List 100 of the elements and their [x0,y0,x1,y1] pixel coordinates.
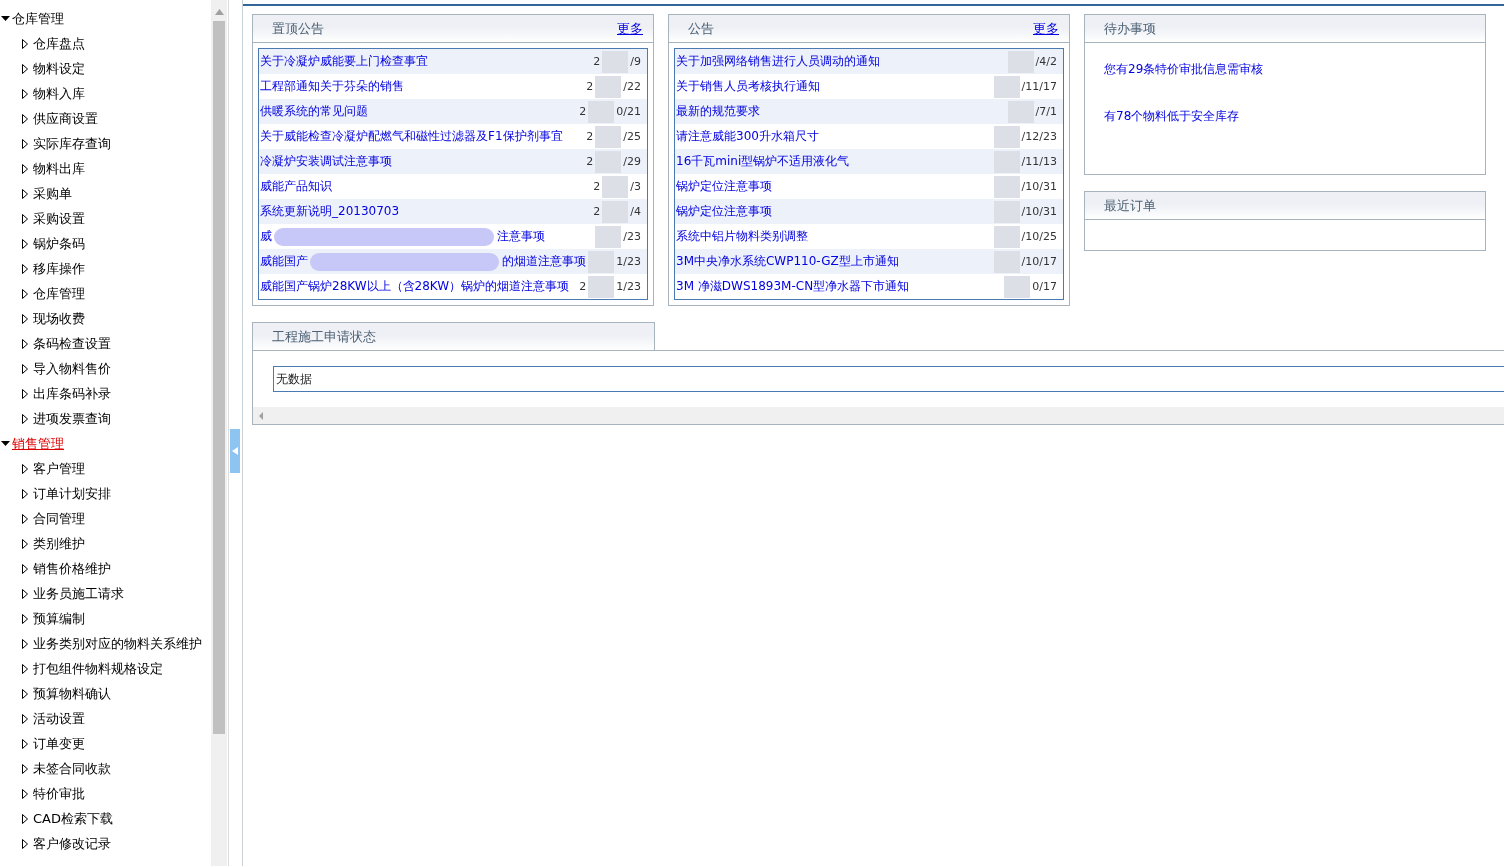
triangle-icon [22,713,28,724]
notice-link[interactable]: 3M 净滋DWS1893M-CN型净水器下市通知 [675,278,910,295]
blur-mask [595,225,622,248]
notice-date: /10/25 [1021,230,1057,243]
notice-link[interactable]: 工程部通知关于芬朵的销售 [259,78,404,95]
triangle-icon [22,563,28,574]
blur-mask [595,75,622,98]
blur-mask [1004,275,1031,298]
menu-item[interactable]: 导入物料售价 [33,359,111,378]
menu-item[interactable]: 合同管理 [33,509,85,528]
menu-item[interactable]: 类别维护 [33,534,85,553]
blur-mask [993,125,1020,148]
notice-link[interactable]: 关于威能检查冷凝炉配燃气和磁性过滤器及F1保护剂事宜 [259,128,563,145]
panel-title: 工程施工申请状态 [272,327,376,346]
menu-item[interactable]: 订单计划安排 [33,484,111,503]
menu-item[interactable]: 预算编制 [33,609,85,628]
menu-item[interactable]: 业务员施工请求 [33,584,124,603]
blur-mask [993,75,1020,98]
triangle-icon [22,463,28,474]
menu-item[interactable]: 未签合同收款 [33,759,111,778]
notice-link[interactable]: 锅炉定位注意事项 [675,203,772,220]
menu-item[interactable]: 移库操作 [33,259,85,278]
menu-item[interactable]: 出库条码补录 [33,384,111,403]
notice-link[interactable]: 锅炉定位注意事项 [675,178,772,195]
notice-link[interactable]: 3M中央净水系统CWP110-GZ型上市通知 [675,253,899,270]
menu-item[interactable]: 物料入库 [33,84,85,103]
notice-date: 1/23 [616,280,641,293]
notice-link[interactable]: 威能国产锅炉28KW以上（含28KW）锅炉的烟道注意事项 [259,278,570,295]
notice-link[interactable]: 注意事项 [496,228,545,245]
menu-item[interactable]: 销售价格维护 [33,559,111,578]
notice-link[interactable]: 请注意威能300升水箱尺寸 [675,128,819,145]
blur-mask [588,100,615,123]
notice-link[interactable]: 的烟道注意事项 [501,253,587,270]
triangle-icon [22,813,28,824]
menu-group[interactable]: 销售管理 [12,434,64,453]
menu-item[interactable]: 仓库管理 [33,284,85,303]
triangle-icon [22,138,28,149]
notice-date: /11/17 [1021,80,1057,93]
scrollbar[interactable] [253,407,1504,424]
notice-link[interactable]: 16千瓦mini型锅炉不适用液化气 [675,153,850,170]
collapse-handle[interactable] [230,429,240,473]
notice-date: 2 [586,80,594,93]
triangle-icon [22,213,28,224]
menu-item[interactable]: 仓库盘点 [33,34,85,53]
menu-item[interactable]: 进项发票查询 [33,409,111,428]
notice-date: 2 [579,280,587,293]
menu-item[interactable]: 采购设置 [33,209,85,228]
caret-icon[interactable] [1,14,10,23]
notice-link[interactable]: 最新的规范要求 [675,103,760,120]
notice-link[interactable]: 威 [259,228,272,245]
menu-item[interactable]: 物料出库 [33,159,85,178]
left-arrow-icon[interactable] [259,411,263,420]
menu-item[interactable]: 供应商设置 [33,109,98,128]
menu-item[interactable]: 订单变更 [33,734,85,753]
notice-link[interactable]: 关于加强网络销售进行人员调动的通知 [675,53,880,70]
caret-icon[interactable] [1,439,10,448]
menu-group[interactable]: 仓库管理 [12,9,64,28]
blur-mask [993,250,1020,273]
blur-mask [993,150,1020,173]
notice-link[interactable]: 系统更新说明_20130703 [259,203,400,220]
triangle-icon [22,238,28,249]
triangle-icon [22,488,28,499]
blur-mask [588,250,615,273]
menu-item[interactable]: 现场收费 [33,309,85,328]
menu-item[interactable]: 物料设定 [33,59,85,78]
menu-item[interactable]: 打包组件物料规格设定 [33,659,163,678]
notice-date: /23 [623,230,641,243]
notice-date: /10/17 [1021,255,1057,268]
triangle-icon [22,413,28,424]
notice-link[interactable]: 威能国产 [259,253,308,270]
menu-item[interactable]: 客户修改记录 [33,834,111,853]
notice-link[interactable]: 供暖系统的常见问题 [259,103,368,120]
menu-item[interactable]: 特价审批 [33,784,85,803]
notice-date: 0/21 [616,105,641,118]
todo-link[interactable]: 有78个物料低于安全库存 [1104,108,1466,125]
notice-date: /22 [623,80,641,93]
todo-link[interactable]: 您有29条特价审批信息需审核 [1104,61,1466,78]
scrollbar[interactable] [211,0,227,866]
menu-item[interactable]: 业务类别对应的物料关系维护 [33,634,202,653]
up-arrow-icon[interactable] [214,9,224,15]
menu-item[interactable]: 锅炉条码 [33,234,85,253]
notice-link[interactable]: 冷凝炉安装调试注意事项 [259,153,392,170]
menu-item[interactable]: CAD检索下载 [33,809,113,828]
menu-item[interactable]: 采购单 [33,184,72,203]
blur-mask [588,275,615,298]
notice-link[interactable]: 关于销售人员考核执行通知 [675,78,820,95]
notice-date: /10/31 [1021,205,1057,218]
triangle-icon [22,513,28,524]
menu-item[interactable]: 客户管理 [33,459,85,478]
menu-item[interactable]: 实际库存查询 [33,134,111,153]
more-link[interactable]: 更多 [617,19,643,38]
menu-item[interactable]: 活动设置 [33,709,85,728]
menu-item[interactable]: 预算物料确认 [33,684,111,703]
notice-date: 0/17 [1032,280,1057,293]
notice-link[interactable]: 关于冷凝炉威能要上门检查事宜 [259,53,428,70]
more-link[interactable]: 更多 [1033,19,1059,38]
panel-title: 待办事项 [1104,19,1156,38]
menu-item[interactable]: 条码检查设置 [33,334,111,353]
notice-link[interactable]: 系统中铝片物料类别调整 [675,228,808,245]
notice-link[interactable]: 威能产品知识 [259,178,332,195]
